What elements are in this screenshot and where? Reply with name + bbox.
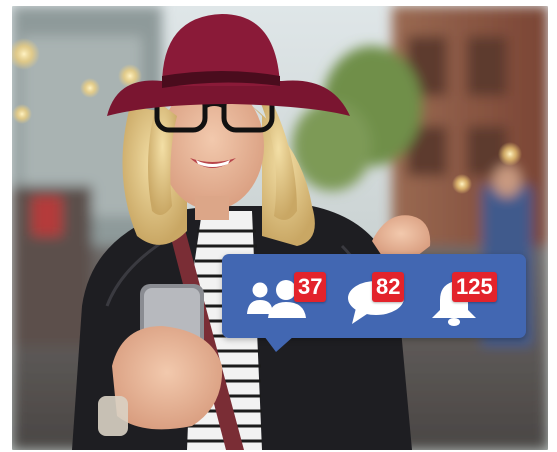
friends-count-badge: 37 [294,272,327,302]
notification-bubble: 37 82 125 [222,254,526,338]
alerts-notification[interactable]: 125 [428,264,524,328]
messages-count-badge: 82 [372,272,405,302]
notification-bubble-tail [264,336,294,352]
photo-woman-with-phone [12,6,548,450]
friend-requests-notification[interactable]: 37 [246,264,332,328]
street-scene-illustration [12,6,548,450]
messages-notification[interactable]: 82 [346,264,432,328]
alerts-count-badge: 125 [452,272,497,302]
